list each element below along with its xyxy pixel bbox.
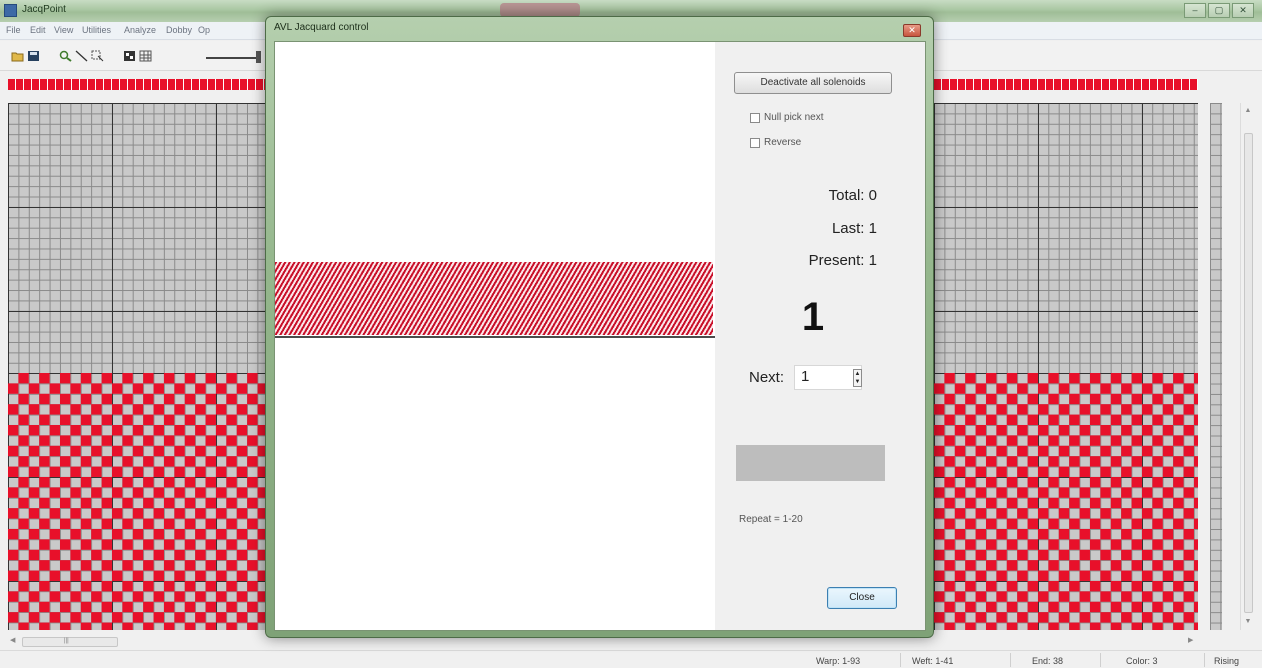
jacquard-control-dialog: AVL Jacquard control ✕ Deactivate all so… <box>265 16 934 638</box>
app-icon <box>4 4 17 17</box>
pick-line <box>275 336 723 338</box>
empty-grid <box>934 103 1198 373</box>
close-button[interactable]: Close <box>827 587 897 609</box>
pick-bar-right <box>934 79 1198 90</box>
draft-grid-right[interactable] <box>934 103 1198 630</box>
status-end: End: 38 <box>1032 656 1064 666</box>
last-label: Last: <box>831 220 865 237</box>
pattern-grid <box>8 373 266 630</box>
null-pick-checkbox[interactable] <box>750 112 760 123</box>
status-separator <box>1100 653 1101 667</box>
null-pick-checkbox-row[interactable]: Null pick next <box>750 112 823 123</box>
status-weft: Weft: 1-41 <box>912 656 954 666</box>
status-separator <box>1010 653 1011 667</box>
draft-grid-left[interactable] <box>8 103 266 630</box>
null-pick-label: Null pick next <box>764 112 824 123</box>
menu-analyze[interactable]: Analyze <box>124 25 156 35</box>
reverse-checkbox-row[interactable]: Reverse <box>750 137 801 148</box>
status-separator <box>900 653 901 667</box>
current-pick-number: 1 <box>801 295 825 339</box>
repeat-range: Repeat = 1-20 <box>739 514 803 525</box>
total-value: 0 <box>868 187 877 204</box>
present-label: Present: <box>808 252 865 269</box>
status-mode: Rising <box>1214 656 1240 666</box>
threading-strip <box>1210 103 1222 630</box>
open-icon[interactable] <box>11 50 24 62</box>
total-stat: Total: 0 <box>829 187 877 204</box>
vertical-scrollbar[interactable]: ▲ ▼ <box>1240 103 1255 630</box>
grid-icon[interactable] <box>139 50 152 62</box>
dialog-title: AVL Jacquard control <box>274 22 369 33</box>
menu-file[interactable]: File <box>6 25 21 35</box>
reverse-label: Reverse <box>764 137 802 148</box>
maximize-button[interactable]: ▢ <box>1208 3 1230 18</box>
status-warp: Warp: 1-93 <box>816 656 861 666</box>
zoom-icon[interactable] <box>59 50 72 62</box>
select-icon[interactable] <box>91 50 104 62</box>
zoom-slider-track[interactable] <box>206 57 260 59</box>
last-stat: Last: 1 <box>832 220 877 237</box>
minimize-button[interactable]: – <box>1184 3 1206 18</box>
status-indicator <box>736 445 885 481</box>
present-stat: Present: 1 <box>809 252 877 269</box>
statusbar: Warp: 1-93 Weft: 1-41 End: 38 Color: 3 R… <box>0 650 1262 668</box>
menu-edit[interactable]: Edit <box>30 25 46 35</box>
current-pick-band <box>275 262 713 335</box>
pick-bar-left <box>8 79 266 90</box>
deactivate-solenoids-button[interactable]: Deactivate all solenoids <box>734 72 892 94</box>
zoom-slider-thumb[interactable] <box>256 51 261 63</box>
control-pane: Deactivate all solenoids Null pick next … <box>715 42 925 630</box>
window-controls: – ▢ ✕ <box>1184 3 1254 18</box>
line-icon[interactable] <box>75 50 88 62</box>
status-separator <box>1204 653 1205 667</box>
dialog-close-icon[interactable]: ✕ <box>903 24 921 37</box>
window-close-button[interactable]: ✕ <box>1232 3 1254 18</box>
pattern-grid <box>934 373 1198 630</box>
scroll-right-icon[interactable]: ▶ <box>1188 636 1193 644</box>
present-value: 1 <box>868 252 877 269</box>
menu-dobby[interactable]: Dobby <box>166 25 192 35</box>
status-color: Color: 3 <box>1126 656 1158 666</box>
next-label: Next: <box>749 369 785 386</box>
scroll-down-icon[interactable]: ▼ <box>1243 618 1253 625</box>
dialog-body: Deactivate all solenoids Null pick next … <box>274 41 926 631</box>
menu-view[interactable]: View <box>54 25 73 35</box>
scroll-up-icon[interactable]: ▲ <box>1243 107 1253 114</box>
menu-utilities[interactable]: Utilities <box>82 25 111 35</box>
next-pick-input[interactable]: 1 <box>794 365 862 390</box>
fill-icon[interactable] <box>123 50 136 62</box>
pick-preview-pane <box>275 42 723 630</box>
vertical-scroll-thumb[interactable] <box>1244 133 1253 613</box>
scroll-grip-icon: ||| <box>64 638 69 644</box>
total-label: Total: <box>828 187 865 204</box>
menu-op[interactable]: Op <box>198 25 210 35</box>
reverse-checkbox[interactable] <box>750 137 760 148</box>
titlebar-decoration <box>500 3 580 17</box>
next-pick-spinner-icon[interactable]: ▲ ▼ <box>853 369 862 387</box>
scroll-left-icon[interactable]: ◀ <box>10 636 15 644</box>
app-title: JacqPoint <box>22 4 66 15</box>
empty-grid <box>8 103 266 373</box>
horizontal-scroll-thumb[interactable] <box>22 637 118 647</box>
last-value: 1 <box>868 220 877 237</box>
save-icon[interactable] <box>27 50 40 62</box>
